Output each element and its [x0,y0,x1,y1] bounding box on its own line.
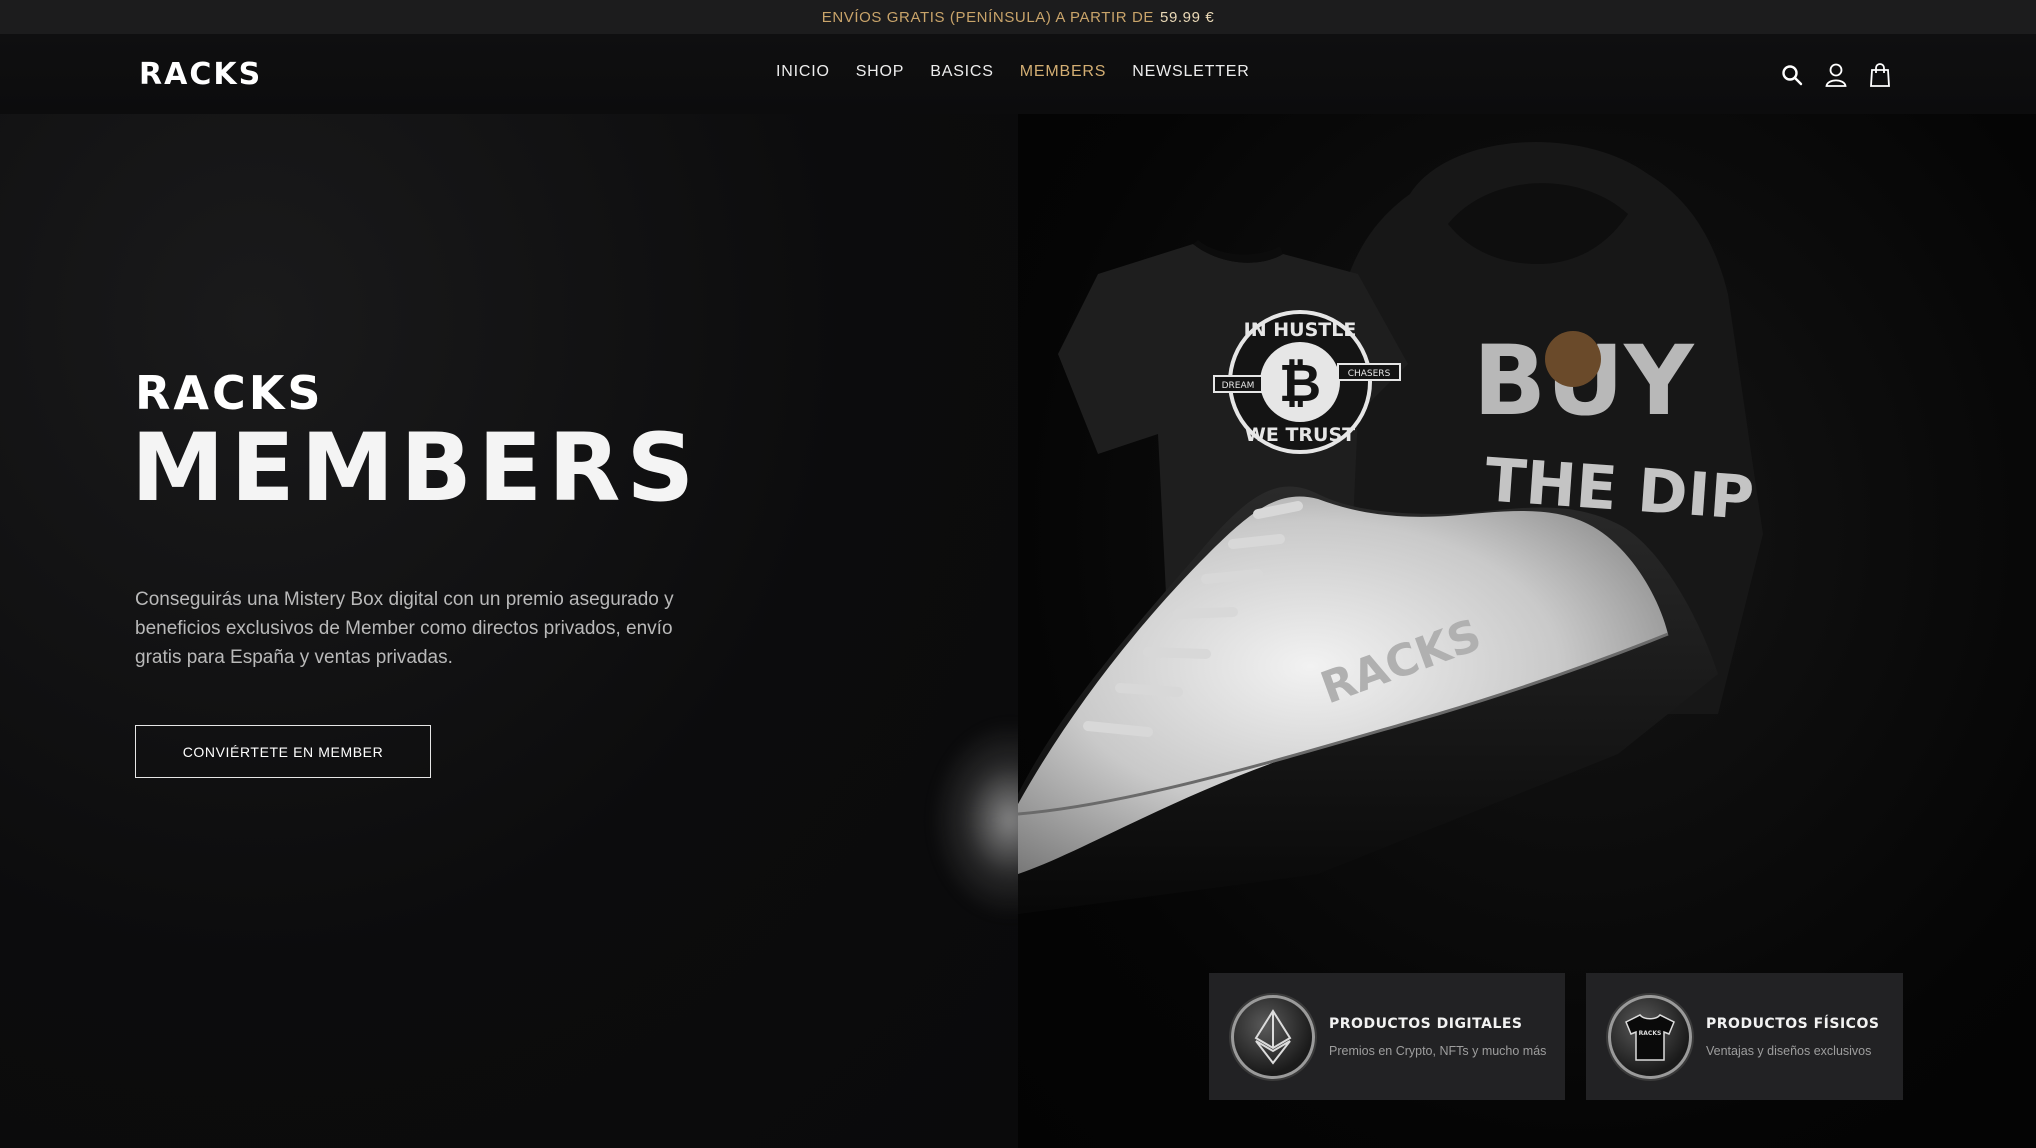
feature-card-physical[interactable]: RACKS PRODUCTOS FÍSICOS Ventajas y diseñ… [1586,973,1903,1100]
feature-title-digital: PRODUCTOS DIGITALES [1329,1015,1523,1032]
nav-item-newsletter[interactable]: NEWSLETTER [1132,63,1249,81]
mascot-figure [1545,331,1601,387]
ethereum-icon [1231,994,1315,1079]
hero-title: MEMBERS [131,414,701,523]
feature-card-digital[interactable]: PRODUCTOS DIGITALES Premios en Crypto, N… [1209,973,1565,1100]
account-icon[interactable] [1824,62,1848,88]
tshirt-icon: RACKS [1608,994,1692,1079]
badge-top-text: IN HUSTLE [1244,319,1357,341]
badge-right-text: CHASERS [1348,369,1391,379]
search-icon[interactable] [1780,62,1804,88]
nav-item-shop[interactable]: SHOP [856,63,905,81]
nav-item-inicio[interactable]: INICIO [776,63,830,81]
site-header: RACKS INICIO SHOP BASICS MEMBERS NEWSLET… [0,34,2036,114]
announcement-price: 59.99 € [1160,8,1215,26]
badge-left-text: DREAM [1222,381,1255,391]
feature-subtitle-physical: Ventajas y diseños exclusivos [1706,1043,1872,1058]
announcement-bar: ENVÍOS GRATIS (PENÍNSULA) A PARTIR DE 59… [0,0,2036,34]
announcement-text: ENVÍOS GRATIS (PENÍNSULA) A PARTIR DE [821,8,1155,26]
main-nav: INICIO SHOP BASICS MEMBERS NEWSLETTER [776,63,1250,81]
nav-item-members[interactable]: MEMBERS [1020,63,1107,81]
tshirt-icon-label: RACKS [1639,1030,1662,1037]
feature-subtitle-digital: Premios en Crypto, NFTs y mucho más [1329,1043,1547,1058]
badge-bottom-text: WE TRUST [1245,424,1355,446]
hero-description: Conseguirás una Mistery Box digital con … [135,589,674,668]
hero-brand: RACKS [135,366,324,420]
header-icons [1780,62,1892,88]
svg-text:₿: ₿ [1279,354,1321,414]
sneaker: RACKS [1018,486,1718,914]
cart-icon[interactable] [1868,62,1892,88]
become-member-button[interactable]: CONVIÉRTETE EN MEMBER [135,725,431,778]
nav-item-basics[interactable]: BASICS [930,63,994,81]
feature-title-physical: PRODUCTOS FÍSICOS [1706,1015,1880,1032]
site-logo[interactable]: RACKS [139,57,262,92]
